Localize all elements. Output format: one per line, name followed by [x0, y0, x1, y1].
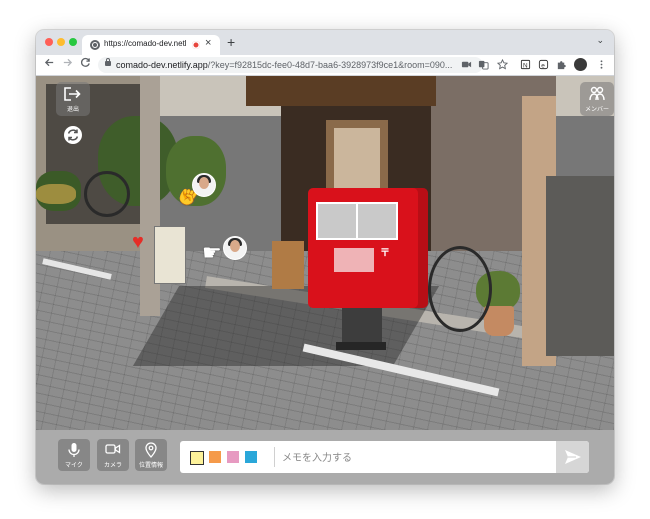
- members-label: メンバー: [584, 107, 609, 113]
- camera-label: カメラ: [103, 463, 122, 469]
- exit-icon: [64, 87, 81, 101]
- back-button[interactable]: [44, 57, 55, 71]
- refresh-icon: [80, 57, 90, 67]
- refresh-view-button[interactable]: [64, 126, 82, 144]
- mic-label: マイク: [65, 463, 83, 469]
- memo-input[interactable]: [280, 447, 554, 469]
- color-swatch-blue[interactable]: [245, 451, 257, 463]
- heart-icon[interactable]: ♥: [132, 232, 144, 252]
- tab-search-button[interactable]: ⌄: [596, 35, 604, 46]
- notion-extension-icon[interactable]: N: [520, 59, 531, 70]
- lock-icon: [105, 58, 111, 66]
- reload-button[interactable]: [80, 57, 91, 71]
- bookmark-star-icon[interactable]: [497, 59, 508, 70]
- svg-text:e: e: [541, 62, 545, 69]
- browser-tab[interactable]: https://comado-dev.netlify.app ×: [82, 35, 220, 55]
- map-pin-icon: [145, 442, 157, 458]
- color-swatch-orange[interactable]: [209, 451, 221, 463]
- svg-text:N: N: [523, 62, 528, 69]
- browser-window: https://comado-dev.netlify.app × + ⌄ com…: [36, 30, 614, 484]
- send-button[interactable]: [556, 441, 589, 473]
- url-path: /?key=f92815dc-fee0-48d7-baa6-3928973f9c…: [207, 60, 453, 70]
- bottom-toolbar: マイク カメラ 位置情報: [36, 430, 614, 484]
- members-icon: [589, 86, 605, 101]
- browser-toolbar: comado-dev.netlify.app/?key=f92815dc-fee…: [36, 55, 614, 76]
- arrow-right-icon: [63, 58, 73, 67]
- extensions-puzzle-icon[interactable]: [556, 59, 567, 70]
- street-view-photo[interactable]: 〒: [36, 76, 614, 430]
- recording-icon: [192, 41, 200, 49]
- mic-button[interactable]: マイク: [58, 439, 90, 471]
- page-content: 〒 退出 メンバー ☝ ♥ ☛ マイク カメラ 位置情報 メモを入力する: [36, 76, 614, 484]
- maximize-window-button[interactable]: [69, 38, 77, 46]
- exit-button[interactable]: 退出: [56, 82, 90, 116]
- member-avatar-pin[interactable]: [223, 236, 247, 260]
- camera-in-use-icon[interactable]: [461, 59, 472, 70]
- exit-label: 退出: [66, 107, 79, 113]
- menu-kebab-icon[interactable]: [596, 59, 607, 70]
- sync-icon: [67, 129, 79, 141]
- location-button[interactable]: 位置情報: [135, 439, 167, 471]
- members-button[interactable]: メンバー: [580, 82, 614, 116]
- microphone-icon: [68, 443, 80, 457]
- forward-button[interactable]: [62, 57, 73, 71]
- memo-divider: [274, 447, 275, 467]
- tab-close-button[interactable]: ×: [205, 37, 211, 49]
- translate-icon[interactable]: [478, 59, 489, 70]
- profile-avatar[interactable]: [574, 58, 587, 71]
- url-host: comado-dev.netlify.app: [116, 60, 208, 70]
- arrow-left-icon: [44, 58, 54, 67]
- new-tab-button[interactable]: +: [227, 34, 235, 50]
- red-mailbox: 〒: [308, 188, 428, 308]
- extension-e-icon[interactable]: e: [538, 59, 549, 70]
- url-text[interactable]: comado-dev.netlify.app/?key=f92815dc-fee…: [116, 60, 476, 70]
- tab-bar: https://comado-dev.netlify.app × + ⌄: [36, 30, 614, 55]
- color-swatch-pink[interactable]: [227, 451, 239, 463]
- camera-button[interactable]: カメラ: [97, 439, 129, 471]
- pointing-hand-right-icon: ☛: [202, 240, 222, 265]
- postal-mark: 〒: [380, 248, 390, 259]
- tab-title: https://comado-dev.netlify.app: [104, 39, 186, 48]
- color-swatch-yellow[interactable]: [190, 451, 204, 465]
- member-avatar-pin[interactable]: [192, 173, 216, 197]
- send-icon: [565, 450, 581, 464]
- video-camera-icon: [105, 444, 121, 454]
- globe-icon: [90, 40, 100, 50]
- address-bar[interactable]: comado-dev.netlify.app/?key=f92815dc-fee…: [98, 57, 483, 73]
- close-window-button[interactable]: [45, 38, 53, 46]
- memo-bar: [180, 441, 589, 473]
- location-label: 位置情報: [138, 463, 163, 469]
- minimize-window-button[interactable]: [57, 38, 65, 46]
